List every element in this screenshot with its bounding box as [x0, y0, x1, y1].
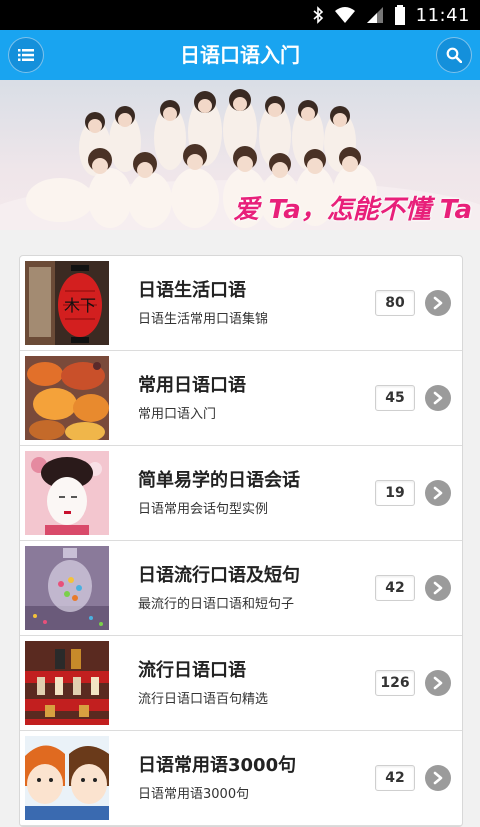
candy-jar-thumbnail: [25, 546, 109, 630]
lesson-title: 日语流行口语及短句: [138, 565, 300, 586]
lesson-title: 常用日语口语: [138, 375, 246, 396]
leaves-thumbnail: [25, 356, 109, 440]
dolls-thumbnail: [25, 641, 109, 725]
count-badge: 126: [375, 670, 415, 696]
page-title: 日语口语入门: [180, 43, 300, 67]
status-time: 11:41: [415, 4, 470, 26]
count-badge: 42: [375, 575, 415, 601]
chevron-right-icon[interactable]: [425, 765, 451, 791]
lesson-title: 日语生活口语: [138, 280, 246, 301]
banner[interactable]: 爱 Ta，怎能不懂 Ta: [0, 80, 480, 230]
cartoon-thumbnail: [25, 736, 109, 820]
bluetooth-icon: [313, 6, 323, 24]
lesson-subtitle: 流行日语口语百句精选: [138, 692, 269, 707]
lesson-subtitle: 最流行的日语口语和短句子: [138, 597, 295, 612]
lesson-title: 简单易学的日语会话: [138, 470, 300, 491]
status-bar: 11:41: [0, 0, 480, 30]
signal-icon: [366, 7, 383, 23]
count-badge: 45: [375, 385, 415, 411]
list-item[interactable]: 常用日语口语 常用口语入门 45: [20, 351, 462, 446]
lesson-title: 流行日语口语: [138, 660, 246, 681]
lesson-title: 日语常用语3000句: [138, 755, 297, 776]
svg-text:木下: 木下: [64, 296, 96, 315]
lesson-subtitle: 日语生活常用口语集锦: [138, 312, 269, 327]
banner-caption: 爱 Ta，怎能不懂 Ta: [233, 195, 473, 225]
status-icons: 11:41: [312, 0, 470, 30]
search-icon: [446, 47, 462, 63]
list-item[interactable]: 木下 日语生活口语 日语生活常用口语集锦 80: [20, 256, 462, 351]
app-bar: 日语口语入门: [0, 30, 480, 80]
lesson-subtitle: 日语常用语3000句: [138, 787, 250, 802]
chevron-right-icon[interactable]: [425, 385, 451, 411]
list-item[interactable]: 日语流行口语及短句 最流行的日语口语和短句子 42: [20, 541, 462, 636]
chevron-right-icon[interactable]: [425, 480, 451, 506]
chevron-right-icon[interactable]: [425, 670, 451, 696]
list-item[interactable]: 流行日语口语 流行日语口语百句精选 126: [20, 636, 462, 731]
lesson-subtitle: 常用口语入门: [138, 407, 217, 422]
chevron-right-icon[interactable]: [425, 575, 451, 601]
count-badge: 42: [375, 765, 415, 791]
wifi-icon: [334, 7, 355, 23]
geisha-thumbnail: [25, 451, 109, 535]
lesson-subtitle: 日语常用会话句型实例: [138, 502, 269, 517]
count-badge: 80: [375, 290, 415, 316]
lantern-thumbnail: 木下: [25, 261, 109, 345]
search-button[interactable]: [436, 37, 472, 73]
list-item[interactable]: 日语常用语3000句 日语常用语3000句 42: [20, 731, 462, 826]
list-item[interactable]: 简单易学的日语会话 日语常用会话句型实例 19: [20, 446, 462, 541]
lesson-list: 木下 日语生活口语 日语生活常用口语集锦 80 常用日语口语 常用口语入门 45…: [19, 255, 463, 827]
count-badge: 19: [375, 480, 415, 506]
battery-icon: [394, 5, 405, 25]
chevron-right-icon[interactable]: [425, 290, 451, 316]
